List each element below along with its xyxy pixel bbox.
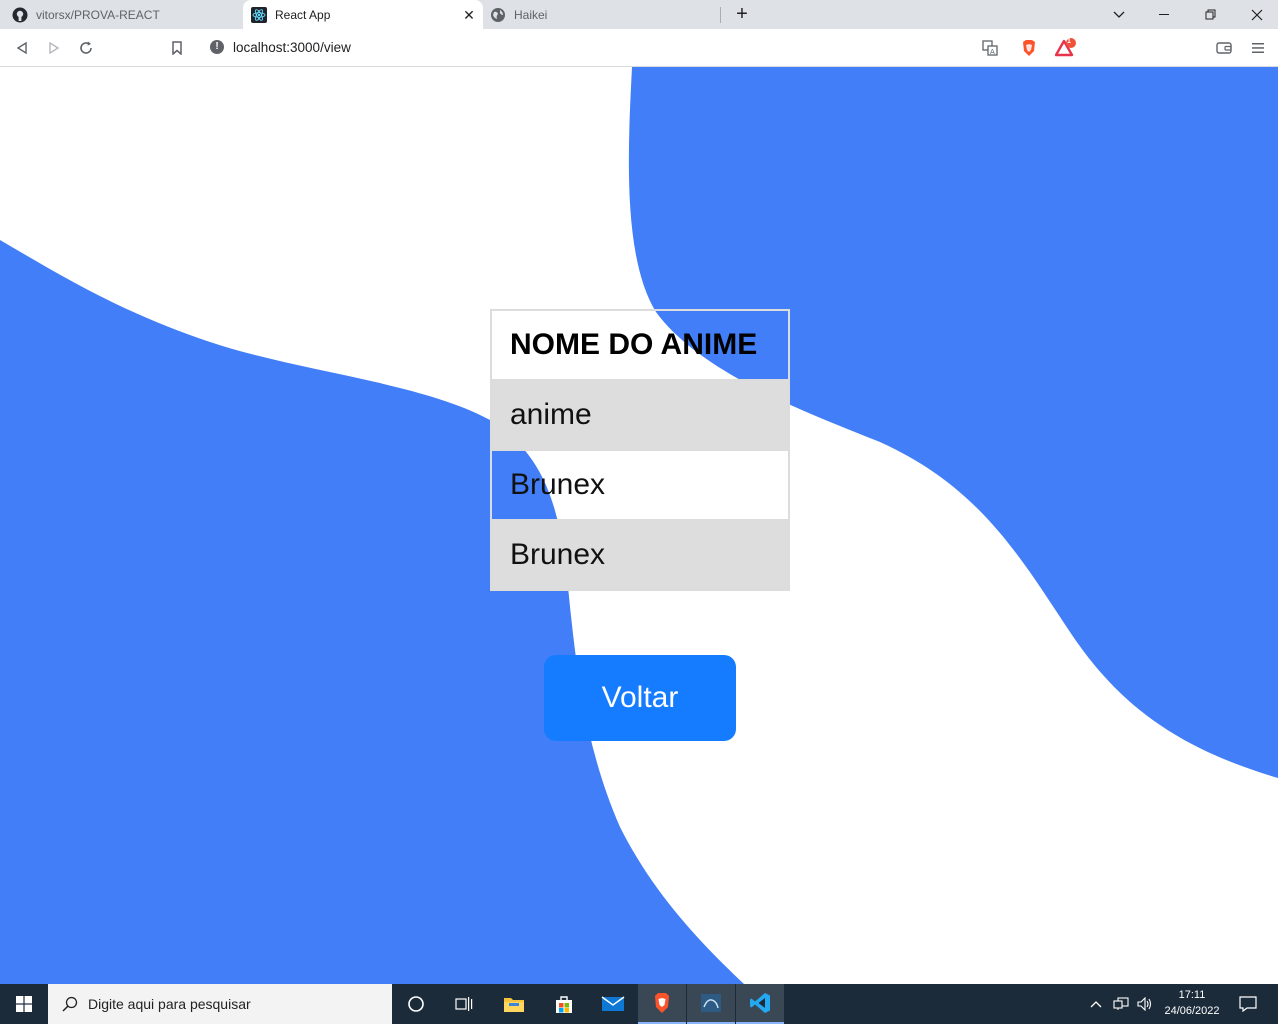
table-row: Brunex xyxy=(490,449,790,521)
table-row: Brunex xyxy=(490,519,790,591)
search-icon xyxy=(62,996,78,1017)
file-explorer-icon[interactable] xyxy=(490,984,538,1024)
table-row: anime xyxy=(490,379,790,451)
browser-toolbar: ! localhost:3000/view A 1 xyxy=(0,29,1278,67)
taskbar: Digite aqui para pesquisar 17:11 24/06/2… xyxy=(0,984,1278,1024)
mail-icon[interactable] xyxy=(589,984,637,1024)
site-info-icon[interactable]: ! xyxy=(210,40,224,54)
new-tab-button[interactable]: + xyxy=(732,4,752,25)
close-window-button[interactable] xyxy=(1234,0,1278,29)
show-hidden-icons-chevron-icon[interactable] xyxy=(1086,984,1106,1024)
anime-table: NOME DO ANIME anime Brunex Brunex xyxy=(490,309,790,591)
tab-title: Haikei xyxy=(514,7,548,22)
github-icon xyxy=(12,7,28,23)
taskbar-clock[interactable]: 17:11 24/06/2022 xyxy=(1156,987,1228,1019)
tab-react-app[interactable]: React App ✕ xyxy=(243,0,483,29)
table-cell: Brunex xyxy=(490,449,790,521)
tab-separator xyxy=(720,7,721,23)
react-icon xyxy=(251,6,267,23)
svg-text:A: A xyxy=(990,48,995,56)
brave-rewards-icon[interactable]: 1 xyxy=(1052,38,1080,58)
tab-github[interactable]: vitorsx/PROVA-REACT xyxy=(12,0,240,29)
tab-title: vitorsx/PROVA-REACT xyxy=(36,7,160,22)
clock-time: 17:11 xyxy=(1178,989,1206,1001)
page-viewport: NOME DO ANIME anime Brunex Brunex Voltar xyxy=(0,67,1278,984)
restore-button[interactable] xyxy=(1188,0,1234,29)
globe-icon xyxy=(490,7,506,23)
table-cell: anime xyxy=(490,379,790,451)
table-header-row: NOME DO ANIME xyxy=(490,309,790,381)
taskbar-search-box[interactable]: Digite aqui para pesquisar xyxy=(48,984,392,1024)
vscode-icon[interactable] xyxy=(736,984,784,1024)
task-view-icon[interactable] xyxy=(440,984,488,1024)
forward-icon[interactable] xyxy=(44,38,64,58)
close-tab-icon[interactable]: ✕ xyxy=(461,7,477,23)
brave-browser-icon[interactable] xyxy=(638,984,686,1024)
tab-haikei[interactable]: Haikei xyxy=(490,0,720,29)
translate-icon[interactable]: A xyxy=(980,38,1000,58)
brave-shields-icon[interactable] xyxy=(1019,38,1039,58)
volume-icon[interactable] xyxy=(1134,984,1156,1024)
voltar-button[interactable]: Voltar xyxy=(544,655,736,741)
wallet-icon[interactable] xyxy=(1214,38,1234,58)
menu-icon[interactable] xyxy=(1248,38,1268,58)
windows-start-icon[interactable] xyxy=(0,984,48,1024)
search-placeholder: Digite aqui para pesquisar xyxy=(88,996,251,1012)
cortana-icon[interactable] xyxy=(392,984,440,1024)
network-icon[interactable] xyxy=(1110,984,1132,1024)
rewards-badge: 1 xyxy=(1067,38,1071,45)
back-icon[interactable] xyxy=(12,38,32,58)
clock-date: 24/06/2022 xyxy=(1164,1005,1220,1017)
bookmark-icon[interactable] xyxy=(167,38,187,58)
tab-strip: vitorsx/PROVA-REACT React App ✕ Haikei + xyxy=(0,0,1278,29)
tab-search-chevron-icon[interactable] xyxy=(1096,0,1142,29)
minimize-button[interactable] xyxy=(1142,0,1188,29)
table-cell: Brunex xyxy=(490,519,790,591)
column-header-anime-name: NOME DO ANIME xyxy=(490,309,790,381)
address-bar[interactable]: ! localhost:3000/view xyxy=(198,33,1082,62)
microsoft-store-icon[interactable] xyxy=(540,984,588,1024)
reload-icon[interactable] xyxy=(76,38,96,58)
tab-title: React App xyxy=(275,7,331,22)
url-text: localhost:3000/view xyxy=(233,40,351,55)
mysql-workbench-icon[interactable] xyxy=(687,984,735,1024)
notifications-icon[interactable] xyxy=(1236,984,1260,1024)
